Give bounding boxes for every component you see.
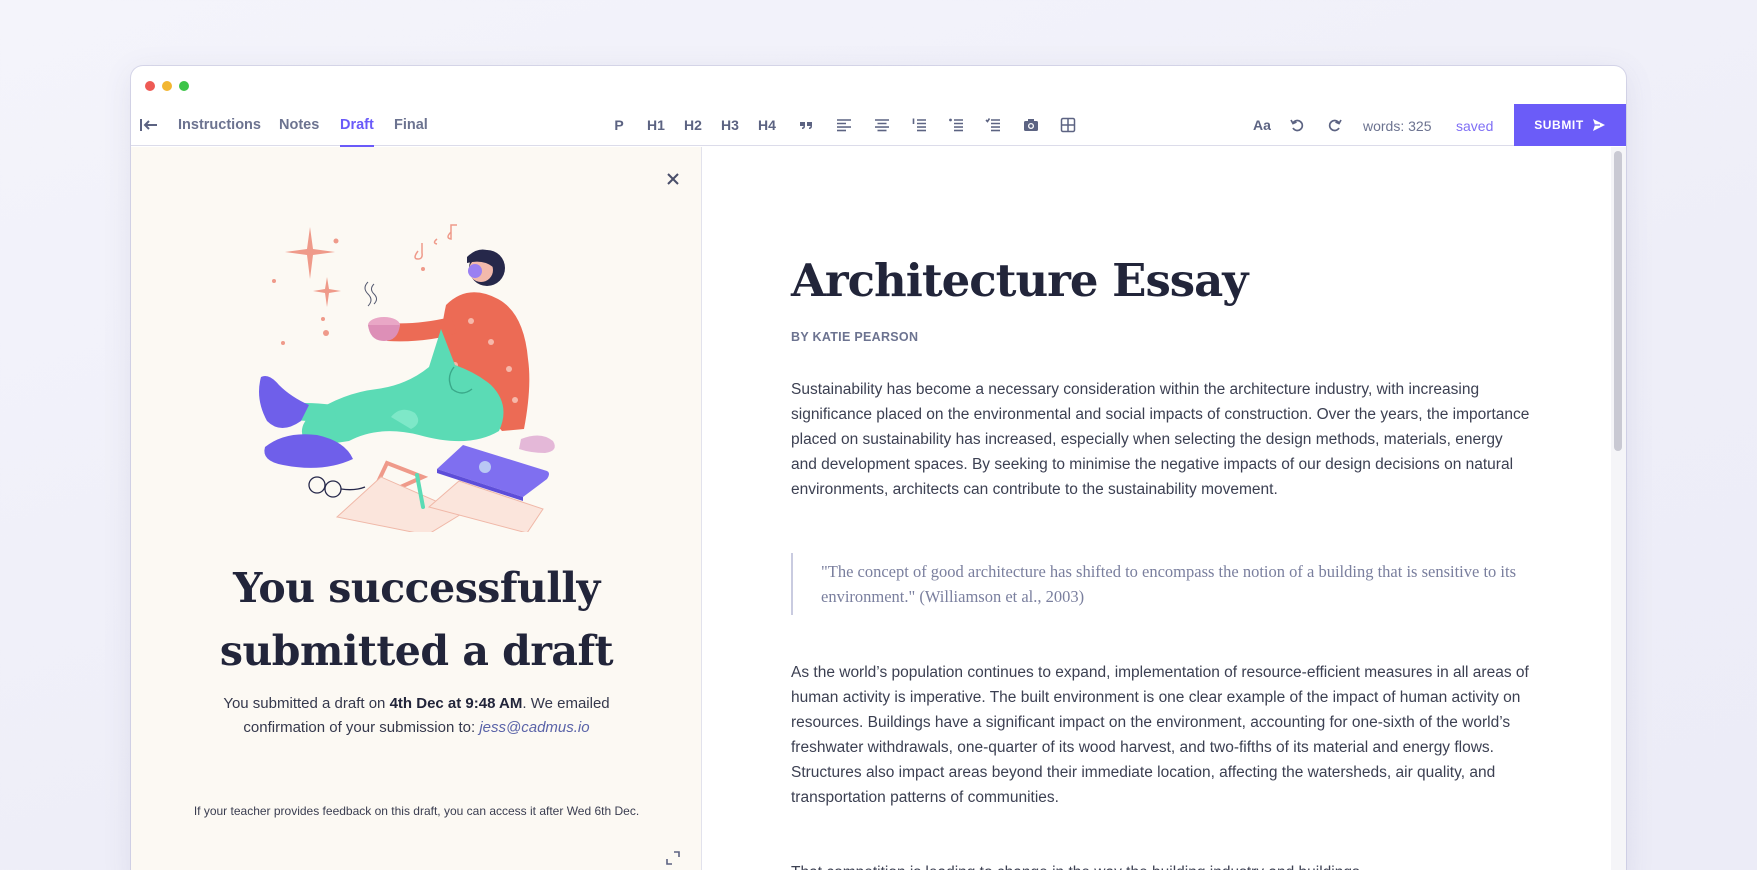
essay-byline: BY KATIE PEARSON <box>791 330 919 344</box>
feedback-note: If your teacher provides feedback on thi… <box>193 804 640 818</box>
maximize-window-button[interactable] <box>179 81 189 91</box>
success-heading: You successfully submitted a draft <box>131 557 702 683</box>
save-status: saved <box>1456 118 1494 134</box>
paragraph-format-button[interactable]: P <box>606 114 632 136</box>
close-window-button[interactable] <box>145 81 155 91</box>
editor-toolbar: Instructions Notes Draft Final P H1 H2 H… <box>131 104 1626 147</box>
heading3-button[interactable]: H3 <box>717 114 743 136</box>
redo-icon[interactable] <box>1324 114 1346 136</box>
tab-final[interactable]: Final <box>394 117 428 146</box>
submission-panel: You successfully submitted a draft You s… <box>131 147 702 870</box>
tab-instructions[interactable]: Instructions <box>178 117 261 146</box>
submit-button[interactable]: SUBMIT <box>1514 104 1626 146</box>
word-count: words: 325 <box>1363 118 1432 134</box>
font-size-button[interactable]: Aa <box>1249 114 1275 136</box>
document-editor[interactable]: Architecture Essay BY KATIE PEARSON Sust… <box>703 147 1626 870</box>
tab-draft[interactable]: Draft <box>340 117 374 147</box>
camera-icon[interactable] <box>1018 114 1044 136</box>
heading4-button[interactable]: H4 <box>754 114 780 136</box>
checklist-icon[interactable] <box>980 114 1006 136</box>
essay-paragraph[interactable]: As the world’s population continues to e… <box>791 660 1531 810</box>
send-icon <box>1592 119 1605 131</box>
heading1-button[interactable]: H1 <box>643 114 669 136</box>
bulleted-list-icon[interactable] <box>943 114 969 136</box>
quote-icon[interactable] <box>793 114 819 136</box>
essay-paragraph[interactable]: That competition is leading to change in… <box>791 860 1531 870</box>
success-text-before: You submitted a draft on <box>223 695 390 712</box>
expand-icon[interactable] <box>665 850 681 866</box>
align-center-icon[interactable] <box>869 114 895 136</box>
close-icon[interactable] <box>665 171 681 187</box>
essay-blockquote[interactable]: "The concept of good architecture has sh… <box>791 553 1531 615</box>
essay-paragraph[interactable]: Sustainability has become a necessary co… <box>791 377 1531 502</box>
success-heading-line2: submitted a draft <box>219 627 614 675</box>
essay-title[interactable]: Architecture Essay <box>791 254 1248 307</box>
heading2-button[interactable]: H2 <box>680 114 706 136</box>
collapse-panel-icon[interactable] <box>139 116 159 134</box>
confirmation-email-link[interactable]: jess@cadmus.io <box>479 719 589 736</box>
scrollbar-thumb[interactable] <box>1614 151 1622 451</box>
minimize-window-button[interactable] <box>162 81 172 91</box>
title-bar <box>131 66 1626 104</box>
tab-notes[interactable]: Notes <box>279 117 319 146</box>
ordered-list-icon[interactable] <box>906 114 932 136</box>
align-left-icon[interactable] <box>831 114 857 136</box>
success-illustration <box>259 224 555 532</box>
success-heading-line1: You successfully <box>233 564 600 612</box>
success-message: You submitted a draft on 4th Dec at 9:48… <box>191 692 642 740</box>
table-icon[interactable] <box>1055 114 1081 136</box>
undo-icon[interactable] <box>1286 114 1308 136</box>
app-window: Instructions Notes Draft Final P H1 H2 H… <box>131 66 1626 870</box>
submission-date: 4th Dec at 9:48 AM <box>389 695 523 712</box>
submit-label: SUBMIT <box>1534 118 1584 132</box>
